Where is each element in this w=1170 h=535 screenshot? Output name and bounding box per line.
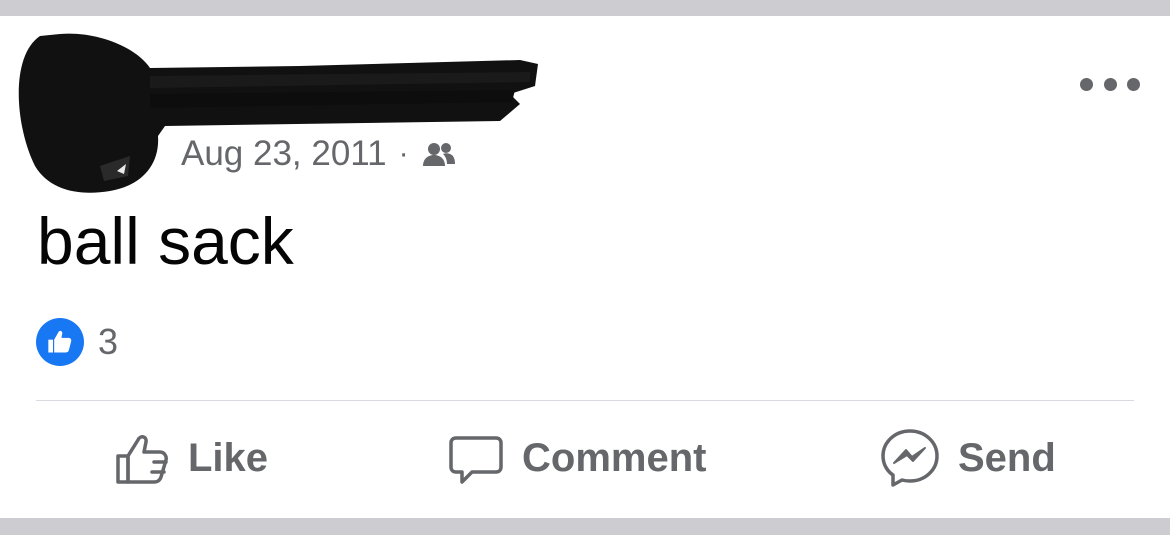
- post-text: ball sack: [37, 204, 294, 278]
- send-label: Send: [958, 435, 1056, 480]
- like-reaction-icon: [36, 318, 84, 366]
- messenger-icon: [881, 429, 939, 487]
- more-options-button[interactable]: [1080, 72, 1140, 96]
- like-label: Like: [188, 435, 269, 480]
- comment-label: Comment: [522, 435, 707, 480]
- comment-button[interactable]: Comment: [448, 428, 706, 488]
- like-button[interactable]: Like: [114, 428, 268, 488]
- reactions-summary[interactable]: 3: [36, 318, 118, 366]
- comment-bubble-icon: [449, 436, 503, 484]
- post-date[interactable]: Aug 23, 2011: [181, 134, 387, 174]
- redacted-author: [18, 33, 538, 193]
- reaction-count: 3: [98, 321, 119, 362]
- divider: [36, 400, 1134, 401]
- more-options-icon-dot: [1080, 77, 1093, 91]
- post-card: Aug 23, 2011 · ball sack 3 Like Comment …: [0, 16, 1170, 518]
- more-options-icon-dot: [1103, 77, 1117, 91]
- send-button[interactable]: Send: [880, 428, 1056, 488]
- more-options-icon-dot: [1127, 77, 1140, 91]
- meta-separator: ·: [398, 137, 409, 170]
- friends-icon[interactable]: [421, 139, 457, 169]
- thumbs-up-icon: [116, 435, 168, 484]
- post-meta: Aug 23, 2011 ·: [181, 134, 457, 174]
